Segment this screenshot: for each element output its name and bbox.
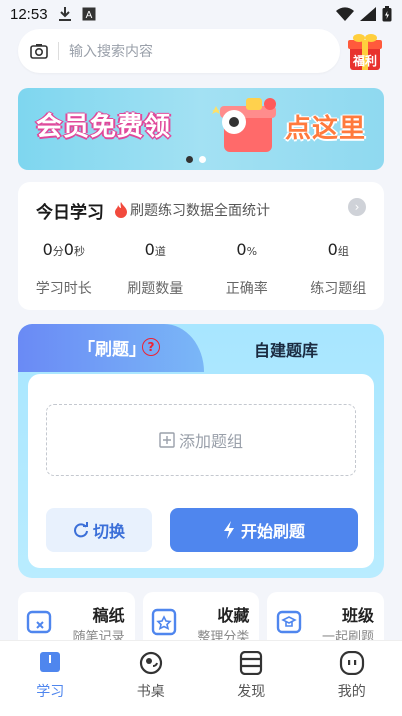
favorites-icon (151, 608, 176, 636)
refresh-icon (74, 522, 88, 538)
search-placeholder: 输入搜索内容 (69, 44, 153, 60)
banner-indicator-active (186, 156, 193, 163)
download-icon (58, 7, 71, 21)
camera-icon[interactable] (30, 43, 48, 59)
nav-label: 我的 (337, 684, 366, 700)
banner-cta: 点这里 (284, 114, 366, 144)
study-title: 今日学习 (36, 203, 104, 223)
battery-icon (382, 6, 392, 22)
study-stats: 0分0秒 学习时长 0道 刷题数量 0% 正确率 0组 练习题组 (18, 240, 384, 298)
switch-button[interactable]: 切换 (46, 508, 152, 552)
tools-row: 稿纸 随笔记录 收藏 整理分类 班级 一起刷题 (18, 592, 384, 642)
mascot-illustration (212, 98, 276, 152)
help-icon[interactable]: ? (142, 338, 160, 356)
tab-custom-bank[interactable]: 自建题库 (254, 337, 318, 361)
stat-label: 练习题组 (310, 281, 367, 297)
add-group-button[interactable]: 添加题组 (46, 404, 356, 476)
search-row: 输入搜索内容 福利 (18, 28, 384, 74)
svg-text:A: A (85, 10, 92, 21)
nav-label: 学习 (36, 684, 65, 700)
stat-study-time: 0分0秒 学习时长 (18, 240, 110, 298)
add-group-label: 添加题组 (178, 432, 243, 451)
chevron-right-icon[interactable]: › (348, 198, 366, 216)
switch-label: 切换 (92, 522, 125, 541)
stat-label: 正确率 (225, 281, 268, 297)
lightning-icon (223, 521, 234, 539)
status-time: 12:53 (10, 5, 48, 23)
stat-accuracy: 0% 正确率 (201, 240, 293, 298)
plus-square-icon (159, 432, 175, 448)
practice-panel: 「刷题」 ? 自建题库 添加题组 切换 开始刷题 (18, 324, 384, 578)
tool-title: 稿纸 (92, 606, 125, 625)
tool-class[interactable]: 班级 一起刷题 (267, 592, 384, 642)
start-label: 开始刷题 (240, 522, 305, 541)
practice-content: 添加题组 切换 开始刷题 (28, 374, 374, 568)
signal-icon (360, 7, 376, 21)
study-icon (40, 652, 61, 672)
status-bar: 12:53 A (0, 0, 402, 28)
tool-title: 收藏 (217, 606, 250, 625)
nav-label: 发现 (237, 684, 266, 700)
class-icon (277, 610, 302, 634)
gift-label: 福利 (352, 54, 377, 68)
stat-question-count: 0道 刷题数量 (110, 240, 202, 298)
study-subtitle: 刷题练习数据全面统计 (130, 203, 270, 219)
banner-title: 会员免费领 (36, 112, 172, 142)
search-input[interactable]: 输入搜索内容 (18, 29, 340, 73)
nav-study[interactable]: 学习 (0, 641, 101, 716)
tool-title: 班级 (342, 606, 375, 625)
banner-indicator (199, 156, 206, 163)
tab-practice[interactable]: 「刷题」 ? (18, 324, 204, 372)
stat-label: 学习时长 (35, 281, 92, 297)
tool-favorites[interactable]: 收藏 整理分类 (142, 592, 260, 642)
stat-label: 刷题数量 (127, 281, 184, 297)
tool-draft-paper[interactable]: 稿纸 随笔记录 (18, 592, 135, 642)
today-study-card[interactable]: 今日学习 刷题练习数据全面统计 › 0分0秒 学习时长 0道 刷题数量 0% 正… (18, 182, 384, 310)
nav-desk[interactable]: 书桌 (101, 641, 202, 716)
profile-icon (339, 651, 364, 675)
fire-icon (115, 202, 127, 218)
welfare-gift-button[interactable]: 福利 (346, 30, 384, 74)
discover-icon (240, 651, 263, 675)
draft-paper-icon (26, 610, 52, 634)
nav-discover[interactable]: 发现 (201, 641, 302, 716)
bottom-nav: 学习 书桌 发现 我的 (0, 640, 402, 716)
text-a-icon: A (82, 7, 96, 21)
wifi-icon (336, 7, 354, 21)
start-practice-button[interactable]: 开始刷题 (170, 508, 358, 552)
desk-icon (139, 651, 162, 675)
nav-mine[interactable]: 我的 (302, 641, 402, 716)
tab-practice-label: 「刷题」 (78, 340, 146, 360)
nav-label: 书桌 (136, 684, 165, 700)
stat-groups: 0组 练习题组 (293, 240, 385, 298)
